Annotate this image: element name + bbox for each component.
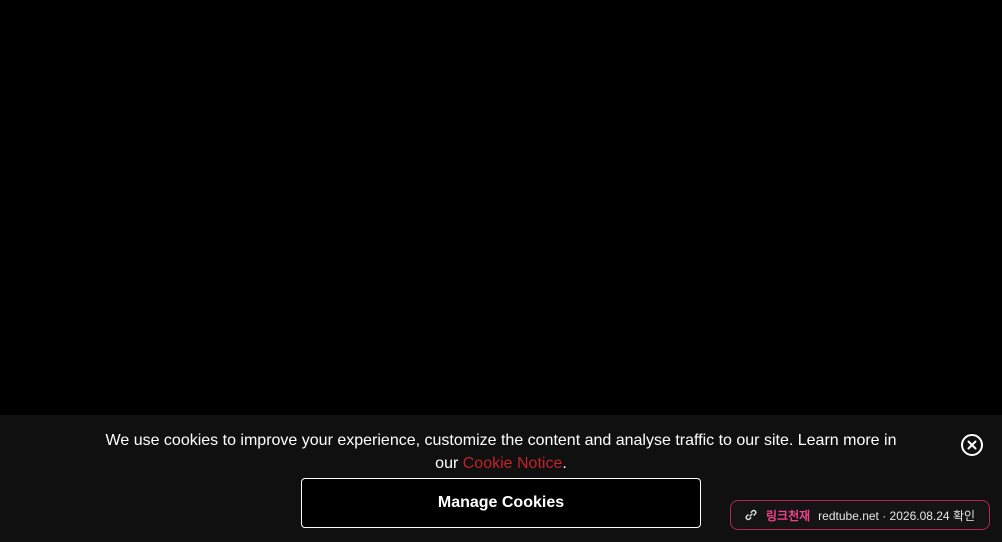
cookie-banner: We use cookies to improve your experienc… — [0, 415, 1002, 542]
link-badge[interactable]: 링크천재 redtube.net · 2026.08.24 확인 — [730, 500, 990, 530]
badge-info: redtube.net · 2026.08.24 확인 — [818, 508, 976, 523]
link-icon — [745, 509, 757, 521]
cookie-message: We use cookies to improve your experienc… — [100, 429, 902, 475]
badge-brand: 링크천재 — [766, 508, 811, 523]
cookie-notice-link[interactable]: Cookie Notice — [463, 455, 563, 472]
manage-cookies-button[interactable]: Manage Cookies — [301, 478, 701, 528]
cookie-message-end: . — [562, 455, 567, 472]
close-banner-button[interactable] — [961, 434, 983, 456]
close-circle-icon — [967, 440, 977, 450]
page: We use cookies to improve your experienc… — [0, 0, 1002, 542]
